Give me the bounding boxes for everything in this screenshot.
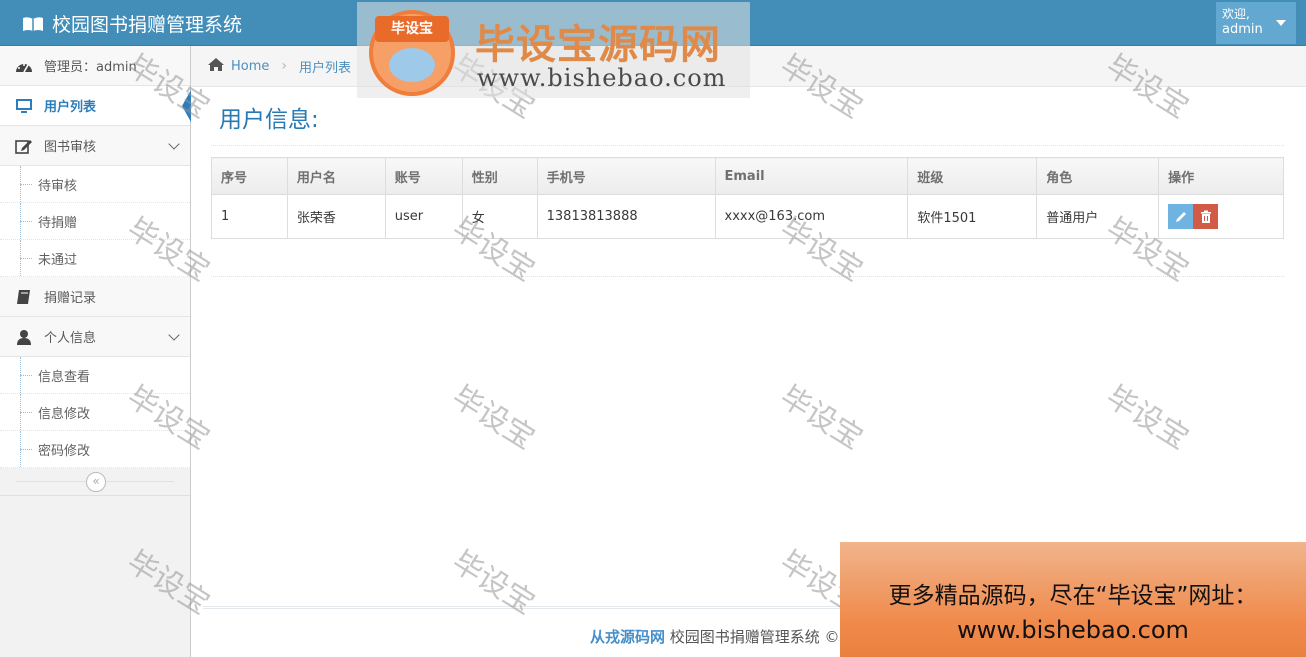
table-row: 1 张荣香 user 女 13813813888 xxxx@163.com 软件… (211, 194, 1284, 239)
logo-badge-icon: 毕设宝 (369, 10, 455, 96)
breadcrumb-current[interactable]: 用户列表 (299, 57, 351, 76)
cell-account: user (384, 194, 463, 239)
breadcrumb-separator-icon: › (281, 58, 287, 74)
sidebar-subitem-edit-info[interactable]: 信息修改 (0, 394, 190, 431)
watermark: 毕设宝 (445, 544, 541, 622)
sidebar-item-label: 图书审核 (44, 140, 97, 155)
sidebar-collapse-bar: « (0, 468, 190, 496)
user-menu[interactable]: 欢迎, admin (1216, 2, 1296, 44)
logo-badge-text: 毕设宝 (375, 16, 449, 42)
column-header: 角色 (1036, 157, 1160, 195)
admin-label: 管理员：admin (44, 60, 137, 75)
column-header: 操作 (1158, 157, 1284, 195)
sidebar-subitem-view-info[interactable]: 信息查看 (0, 357, 190, 394)
page: 校园图书捐赠管理系统 欢迎, admin 管理员：admin 用户列表 图书审核 (0, 0, 1306, 657)
cell-role: 普通用户 (1036, 194, 1160, 239)
chevron-down-icon (168, 138, 180, 150)
column-header: 账号 (384, 157, 463, 195)
promo-line-2: www.bishebao.com (957, 616, 1189, 644)
cell-actions (1158, 194, 1284, 239)
book-icon (14, 288, 34, 306)
delete-button[interactable] (1193, 204, 1219, 229)
collapse-sidebar-icon[interactable]: « (86, 472, 106, 492)
page-title: 用户信息: (219, 107, 319, 133)
sidebar-subitem-pending-donation[interactable]: 待捐赠 (0, 203, 190, 240)
cell-gender: 女 (461, 194, 538, 239)
breadcrumb-home-link[interactable]: Home (231, 59, 269, 74)
sidebar-item-label: 捐赠记录 (44, 291, 97, 306)
promo-banner: 更多精品源码，尽在“毕设宝”网址： www.bishebao.com (840, 542, 1306, 657)
footer-brand[interactable]: 从戎源码网 (590, 628, 665, 646)
user-table: 序号 用户名 账号 性别 手机号 Email 班级 角色 操作 1 张荣香 us… (211, 157, 1284, 239)
sidebar-subitem-rejected[interactable]: 未通过 (0, 240, 190, 277)
sidebar-admin: 管理员：admin (0, 46, 190, 86)
logo-face-icon (389, 48, 435, 82)
sidebar: 管理员：admin 用户列表 图书审核 待审核 待捐赠 未通过 捐赠记录 个人信… (0, 46, 191, 657)
column-header: Email (714, 157, 909, 195)
sidebar-subitem-pending-review[interactable]: 待审核 (0, 166, 190, 203)
edit-icon (14, 137, 34, 155)
column-header: 序号 (211, 157, 288, 195)
chevron-down-icon (168, 329, 180, 341)
trash-icon (1201, 210, 1212, 223)
watermark: 毕设宝 (445, 379, 541, 457)
watermark: 毕设宝 (1099, 379, 1195, 457)
edit-button[interactable] (1168, 204, 1194, 229)
sidebar-item-user-list[interactable]: 用户列表 (0, 86, 191, 126)
cell-name: 张荣香 (286, 194, 386, 239)
content-divider (211, 276, 1284, 277)
column-header: 手机号 (536, 157, 716, 195)
cell-class: 软件1501 (907, 194, 1038, 239)
app-brand[interactable]: 校园图书捐赠管理系统 (22, 10, 242, 37)
sidebar-subitem-change-password[interactable]: 密码修改 (0, 431, 190, 468)
table-header-row: 序号 用户名 账号 性别 手机号 Email 班级 角色 操作 (211, 157, 1284, 195)
sidebar-item-book-review[interactable]: 图书审核 (0, 126, 190, 166)
pencil-icon (1176, 212, 1187, 222)
column-header: 用户名 (286, 157, 386, 195)
title-divider (211, 145, 1284, 146)
book-open-icon (22, 16, 44, 32)
sidebar-item-donation-records[interactable]: 捐赠记录 (0, 277, 190, 317)
column-header: 班级 (907, 157, 1038, 195)
user-icon (14, 328, 34, 346)
cell-email: xxxx@163.com (714, 194, 909, 239)
watermark: 毕设宝 (773, 379, 869, 457)
cell-phone: 13813813888 (536, 194, 716, 239)
column-header: 性别 (461, 157, 538, 195)
desktop-icon (14, 97, 34, 115)
home-icon (207, 57, 225, 75)
caret-down-icon (1276, 20, 1286, 26)
dashboard-icon (14, 57, 34, 75)
sidebar-item-personal-info[interactable]: 个人信息 (0, 317, 190, 357)
cell-id: 1 (211, 194, 288, 239)
promo-line-1: 更多精品源码，尽在“毕设宝”网址： (888, 583, 1258, 609)
logo-url: www.bishebao.com (477, 64, 727, 92)
sidebar-item-label: 用户列表 (44, 100, 97, 115)
app-title: 校园图书捐赠管理系统 (52, 14, 243, 36)
sidebar-item-label: 个人信息 (44, 331, 97, 346)
watermark-logo-banner: 毕设宝 毕设宝源码网 www.bishebao.com (357, 2, 750, 98)
footer-text: 校园图书捐赠管理系统 © (665, 628, 840, 646)
logo-title: 毕设宝源码网 (475, 22, 721, 68)
footer: 从戎源码网 校园图书捐赠管理系统 © (590, 626, 840, 647)
